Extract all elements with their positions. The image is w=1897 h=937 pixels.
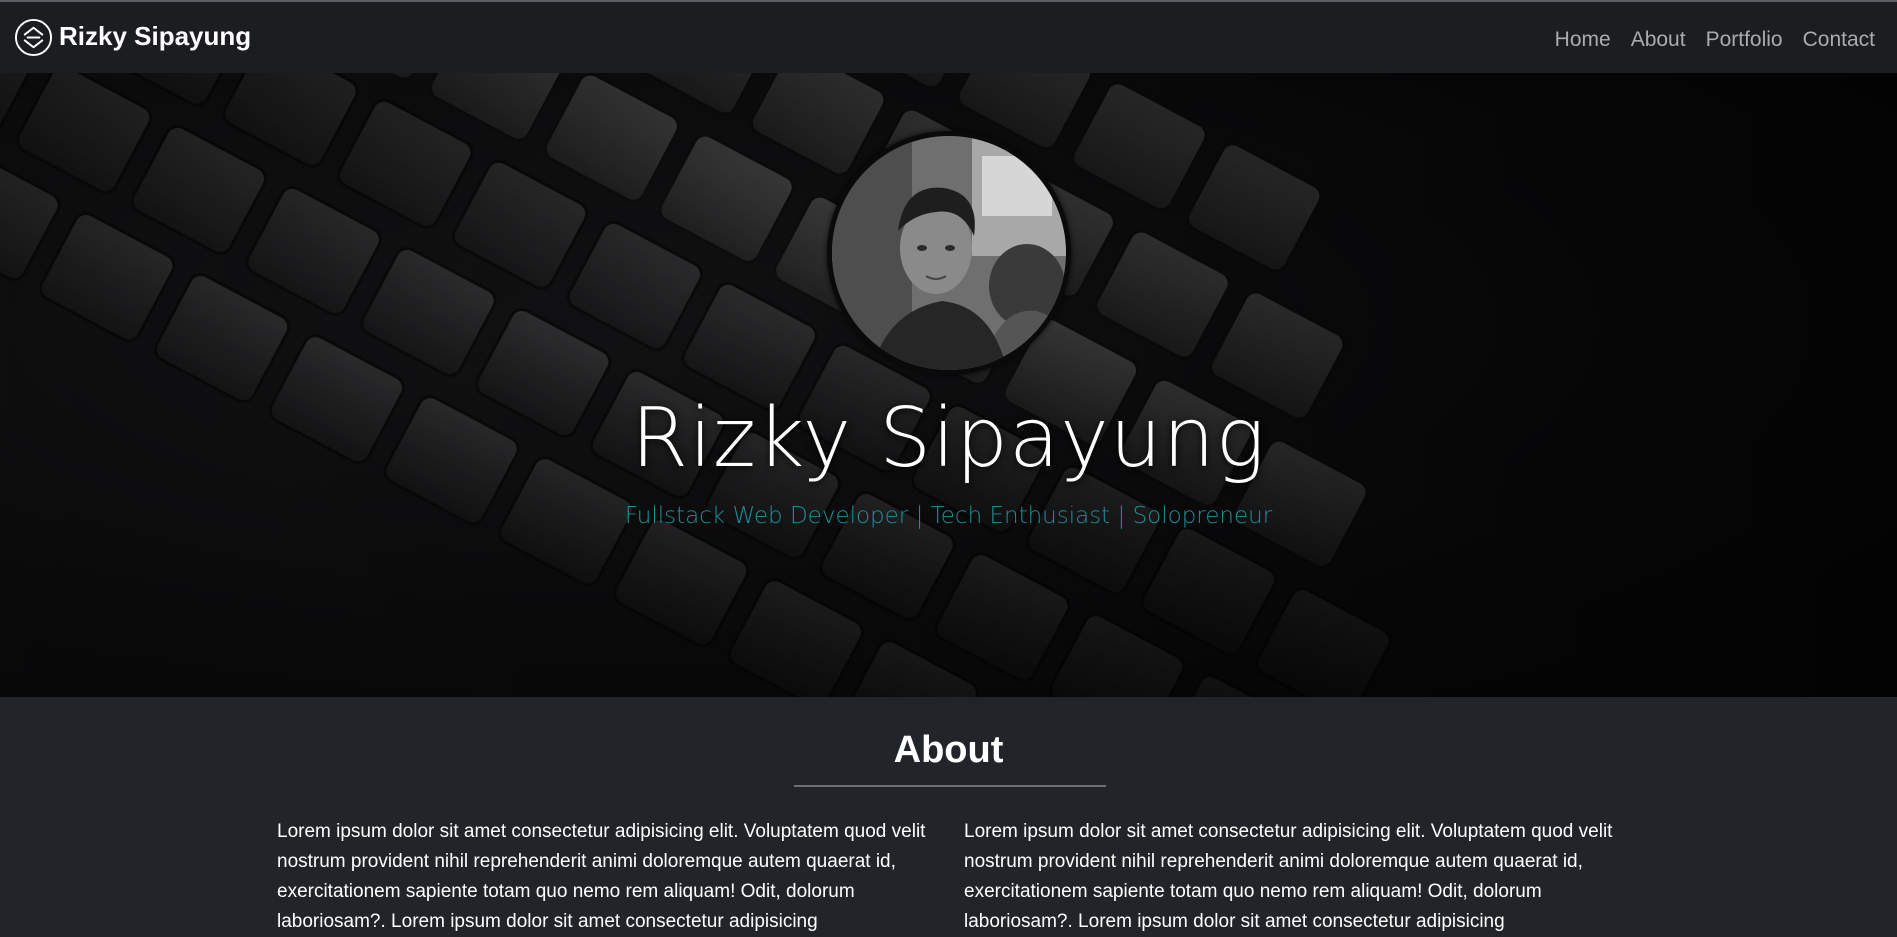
about-paragraph-left: Lorem ipsum dolor sit amet consectetur a… (277, 821, 926, 932)
nav-link-about[interactable]: About (1631, 28, 1686, 52)
nav-link-contact[interactable]: Contact (1803, 28, 1875, 52)
brand-name: Rizky Sipayung (59, 21, 252, 51)
profile-photo (832, 136, 1066, 370)
about-title: About (893, 729, 1004, 771)
hero-section: Rizky Sipayung Fullstack Web Developer |… (0, 73, 1897, 697)
nav-link-portfolio[interactable]: Portfolio (1706, 28, 1783, 52)
profile-avatar (827, 131, 1071, 375)
nav-links: Home About Portfolio Contact (1535, 28, 1875, 52)
nav-link-home[interactable]: Home (1555, 28, 1611, 52)
hero-name: Rizky Sipayung (631, 391, 1266, 486)
hero-subtitle: Fullstack Web Developer | Tech Enthusias… (624, 503, 1273, 529)
navbar: Rizky Sipayung Home About Portfolio Cont… (0, 0, 1897, 73)
about-paragraph-right: Lorem ipsum dolor sit amet consectetur a… (964, 821, 1613, 932)
brand-link[interactable]: Rizky Sipayung (14, 18, 251, 57)
about-divider (794, 785, 1106, 787)
about-section: About Lorem ipsum dolor sit amet consect… (0, 697, 1897, 937)
logo-icon (14, 18, 53, 57)
